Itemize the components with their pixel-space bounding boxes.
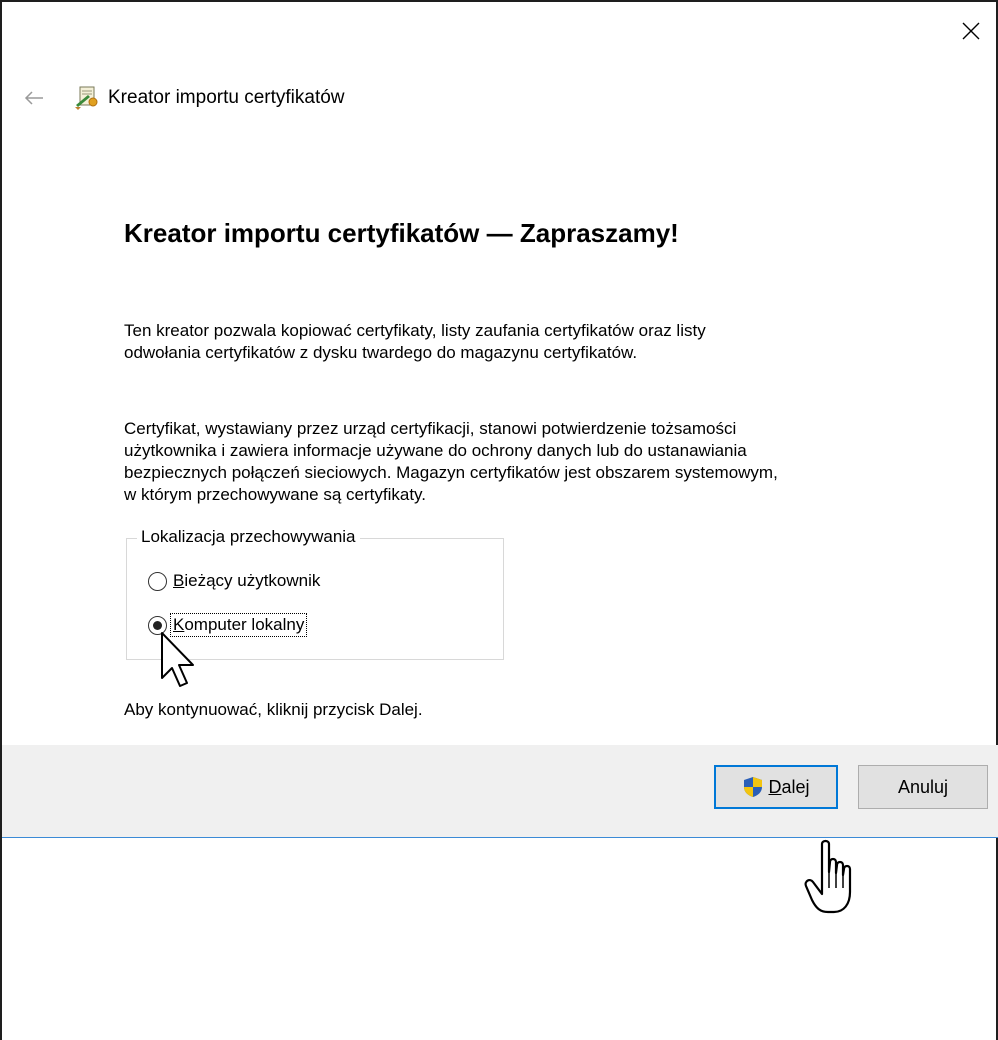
hand-cursor-icon	[804, 839, 852, 914]
back-arrow-icon	[24, 91, 43, 105]
close-icon	[962, 22, 980, 40]
storage-location-legend: Lokalizacja przechowywania	[137, 527, 360, 547]
description-line: w którym przechowywane są certyfikaty.	[124, 485, 426, 504]
radio-local-machine-label: Komputer lokalny	[169, 613, 308, 637]
wizard-window: Kreator importu certyfikatów Kreator imp…	[0, 0, 998, 1040]
radio-current-user-label: Bieżący użytkownik	[173, 571, 321, 590]
close-button[interactable]	[956, 16, 986, 46]
radio-current-user[interactable]: Bieżący użytkownik	[148, 570, 322, 592]
page-title: Kreator importu certyfikatów — Zapraszam…	[124, 218, 679, 248]
continue-instruction: Aby kontynuować, kliknij przycisk Dalej.	[124, 700, 423, 719]
radio-button-unchecked[interactable]	[148, 571, 167, 591]
intro-paragraph: Ten kreator pozwala kopiować certyfikaty…	[124, 320, 924, 364]
intro-line: Ten kreator pozwala kopiować certyfikaty…	[124, 321, 706, 340]
description-line: Certyfikat, wystawiany przez urząd certy…	[124, 419, 737, 438]
radio-local-machine[interactable]: Komputer lokalny	[148, 613, 308, 637]
back-button[interactable]	[24, 87, 46, 109]
certificate-wizard-icon	[75, 86, 98, 110]
radio-button-checked[interactable]	[148, 615, 167, 635]
wizard-header: Kreator importu certyfikatów	[24, 80, 345, 116]
header-title: Kreator importu certyfikatów	[108, 87, 345, 108]
next-button[interactable]: Dalej	[714, 765, 838, 809]
storage-location-group: Lokalizacja przechowywania Bieżący użytk…	[126, 527, 504, 660]
certificate-description: Certyfikat, wystawiany przez urząd certy…	[124, 418, 924, 506]
uac-shield-icon	[744, 777, 763, 797]
next-button-label: Dalej	[768, 776, 810, 797]
intro-line: odwołania certyfikatów z dysku twardego …	[124, 343, 638, 362]
description-line: bezpiecznych połączeń sieciowych. Magazy…	[124, 463, 778, 482]
cancel-button[interactable]: Anuluj	[858, 765, 988, 809]
wizard-footer: Dalej Anuluj	[2, 745, 998, 838]
description-line: użytkownika i zawiera informacje używane…	[124, 441, 747, 460]
